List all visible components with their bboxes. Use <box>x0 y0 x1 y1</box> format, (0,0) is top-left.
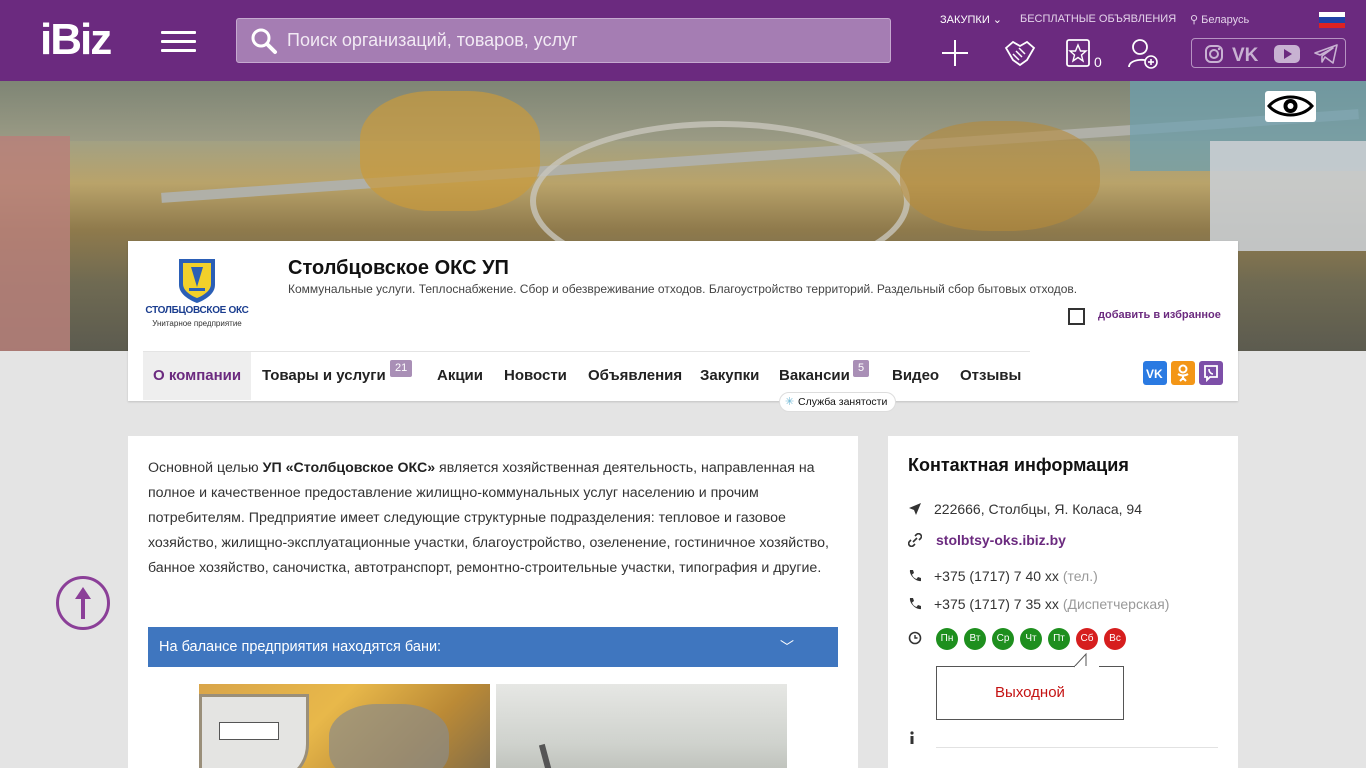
social-links: VK <box>1191 38 1346 68</box>
water-meter-photo[interactable] <box>199 684 490 768</box>
employment-service-tag[interactable]: ✳ Служба занятости <box>779 392 897 412</box>
company-description: Коммунальные услуги. Теплоснабжение. Сбо… <box>288 282 1078 296</box>
top-header: iBiz ЗАКУПКИ ⌄ БЕСПЛАТНЫЕ ОБЪЯВЛЕНИЯ ⚲ Б… <box>0 0 1366 81</box>
share-odnoklassniki-icon[interactable] <box>1171 361 1195 385</box>
search-icon[interactable] <box>250 27 278 55</box>
company-title: Столбцовское ОКС УП <box>288 257 509 279</box>
tooltip-tail <box>1074 652 1099 668</box>
free-ads-link[interactable]: БЕСПЛАТНЫЕ ОБЪЯВЛЕНИЯ <box>1020 13 1176 25</box>
menu-burger-icon[interactable] <box>161 31 196 53</box>
day-fri[interactable]: Пт <box>1048 628 1070 650</box>
location-pin-icon: ⚲ <box>1190 14 1199 26</box>
telegram-icon[interactable] <box>1314 44 1338 64</box>
scroll-up-button[interactable] <box>56 576 110 630</box>
favorite-checkbox[interactable] <box>1068 308 1085 325</box>
tab-purchases[interactable]: Закупки <box>700 352 759 400</box>
language-flag-icon[interactable] <box>1319 12 1345 28</box>
day-sun[interactable]: Вс <box>1104 628 1126 650</box>
phone-number-2[interactable]: +375 (1717) 7 35 xx <box>934 596 1059 612</box>
tab-promotions[interactable]: Акции <box>437 352 483 400</box>
baths-accordion[interactable]: На балансе предприятия находятся бани: ﹀ <box>148 627 838 667</box>
favorites-count: 0 <box>1094 54 1102 70</box>
search-box <box>236 18 891 63</box>
phone-icon <box>909 598 921 610</box>
location-arrow-icon <box>909 503 921 515</box>
day-off-tooltip: Выходной <box>936 666 1124 720</box>
chevron-down-icon: ﹀ <box>780 639 794 655</box>
about-text: Основной целью УП «Столбцовское ОКС» явл… <box>148 460 829 576</box>
favorites-star-icon[interactable] <box>1065 38 1091 68</box>
products-count-badge: 21 <box>390 360 413 377</box>
link-icon <box>908 533 922 547</box>
site-logo[interactable]: iBiz <box>40 18 112 62</box>
snowflake-icon: ✳ <box>785 396 795 408</box>
share-vk-icon[interactable]: VK <box>1143 361 1167 385</box>
clock-icon <box>908 631 922 645</box>
contact-title: Контактная информация <box>908 455 1129 475</box>
tab-news[interactable]: Новости <box>504 352 567 400</box>
instagram-icon[interactable] <box>1204 44 1224 64</box>
tab-reviews[interactable]: Отзывы <box>960 352 1021 400</box>
about-section: Основной целью УП «Столбцовское ОКС» явл… <box>128 436 858 768</box>
bath-photo[interactable] <box>496 684 787 768</box>
day-mon[interactable]: Пн <box>936 628 958 650</box>
info-icon <box>910 731 914 744</box>
youtube-icon[interactable] <box>1273 44 1301 64</box>
phone-icon <box>909 570 921 582</box>
add-to-favorites[interactable]: добавить в избранное <box>1068 307 1238 327</box>
coat-of-arms-icon <box>179 259 215 303</box>
day-thu[interactable]: Чт <box>1020 628 1042 650</box>
company-logo: СТОЛБЦОВСКОЕ ОКС Унитарное предприятие <box>142 253 252 333</box>
plus-icon[interactable] <box>940 38 970 68</box>
tab-products[interactable]: Товары и услуги <box>262 352 386 400</box>
svg-text:VK: VK <box>1232 45 1259 64</box>
purchases-link[interactable]: ЗАКУПКИ ⌄ <box>940 13 1002 26</box>
phone-number-1[interactable]: +375 (1717) 7 40 xx <box>934 568 1059 584</box>
handshake-icon[interactable] <box>1003 38 1037 68</box>
day-tue[interactable]: Вт <box>964 628 986 650</box>
site-link[interactable]: stolbtsy-oks.ibiz.by <box>936 532 1066 548</box>
add-user-icon[interactable] <box>1127 38 1159 70</box>
tab-ads[interactable]: Объявления <box>588 352 682 400</box>
day-sat[interactable]: Сб <box>1076 628 1098 650</box>
region-link[interactable]: ⚲ Беларусь <box>1190 13 1249 26</box>
svg-text:VK: VK <box>1146 367 1163 381</box>
company-card: СТОЛБЦОВСКОЕ ОКС Унитарное предприятие С… <box>128 241 1238 412</box>
day-wed[interactable]: Ср <box>992 628 1014 650</box>
accessibility-eye-icon[interactable] <box>1265 91 1316 122</box>
share-viber-icon[interactable] <box>1199 361 1223 385</box>
tab-about[interactable]: О компании <box>143 352 252 400</box>
vacancies-count-badge: 5 <box>853 360 870 377</box>
vk-icon[interactable]: VK <box>1232 44 1262 64</box>
arrow-up-icon <box>75 587 91 619</box>
search-input[interactable] <box>287 19 877 62</box>
contact-info: Контактная информация 222666, Столбцы, Я… <box>888 436 1238 768</box>
tab-video[interactable]: Видео <box>892 352 939 400</box>
